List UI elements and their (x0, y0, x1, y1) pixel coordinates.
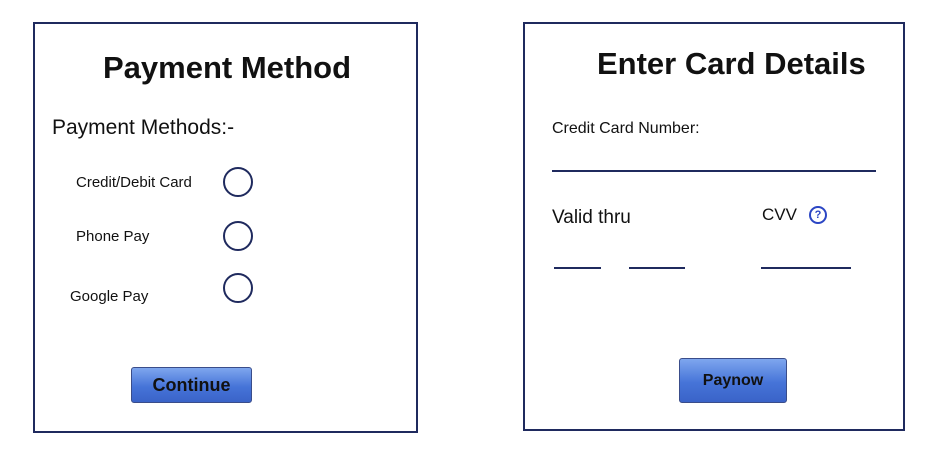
card-details-title: Enter Card Details (597, 46, 866, 81)
payment-method-title: Payment Method (103, 50, 352, 85)
continue-button[interactable]: Continue (131, 367, 252, 403)
valid-thru-year-input[interactable] (629, 245, 685, 269)
card-number-label: Credit Card Number: (552, 120, 700, 137)
option-label-phone-pay: Phone Pay (76, 228, 150, 245)
option-label-google-pay: Google Pay (70, 288, 149, 305)
radio-credit-debit-card[interactable] (223, 167, 253, 197)
valid-thru-label: Valid thru (552, 207, 631, 228)
question-mark-icon[interactable]: ? (809, 206, 827, 224)
payment-methods-label: Payment Methods:- (52, 116, 235, 139)
radio-google-pay[interactable] (223, 273, 253, 303)
valid-thru-month-input[interactable] (554, 245, 601, 269)
paynow-button[interactable]: Paynow (679, 358, 787, 403)
option-label-credit-debit-card: Credit/Debit Card (76, 174, 192, 191)
cvv-input[interactable] (761, 245, 851, 269)
payment-method-panel: Payment Method Payment Methods:- Credit/… (33, 22, 418, 433)
radio-phone-pay[interactable] (223, 221, 253, 251)
card-details-panel: Enter Card Details Credit Card Number: V… (523, 22, 905, 431)
card-number-input[interactable] (552, 148, 876, 172)
cvv-label: CVV (762, 205, 797, 224)
